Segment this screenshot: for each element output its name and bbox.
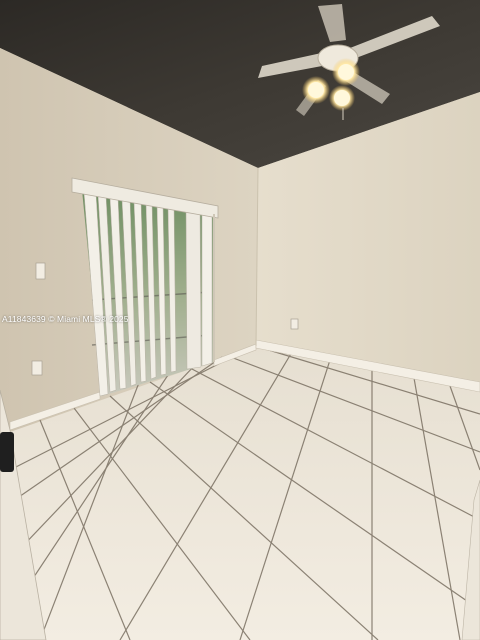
mls-watermark: A11843639 © Miami MLS® 2025 bbox=[2, 314, 129, 324]
wall-outlet-left bbox=[31, 360, 43, 376]
light-switch bbox=[35, 262, 46, 280]
door-hinge bbox=[0, 432, 14, 472]
wall-outlet-right bbox=[290, 318, 299, 330]
